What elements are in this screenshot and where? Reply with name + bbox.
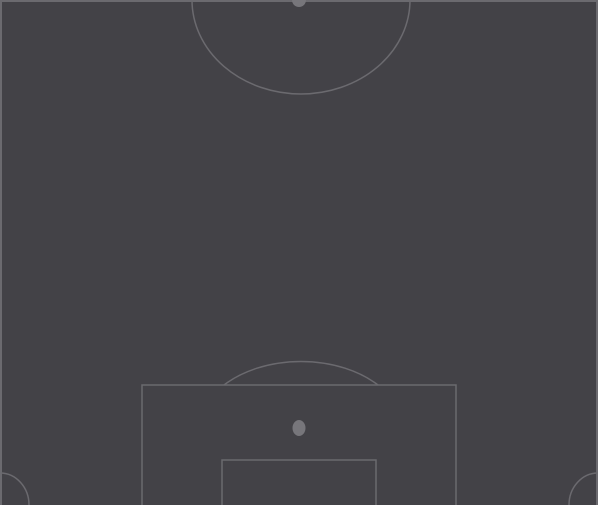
football-pitch bbox=[0, 0, 598, 505]
pitch-diagram bbox=[0, 0, 598, 505]
penalty-spot bbox=[292, 420, 306, 436]
